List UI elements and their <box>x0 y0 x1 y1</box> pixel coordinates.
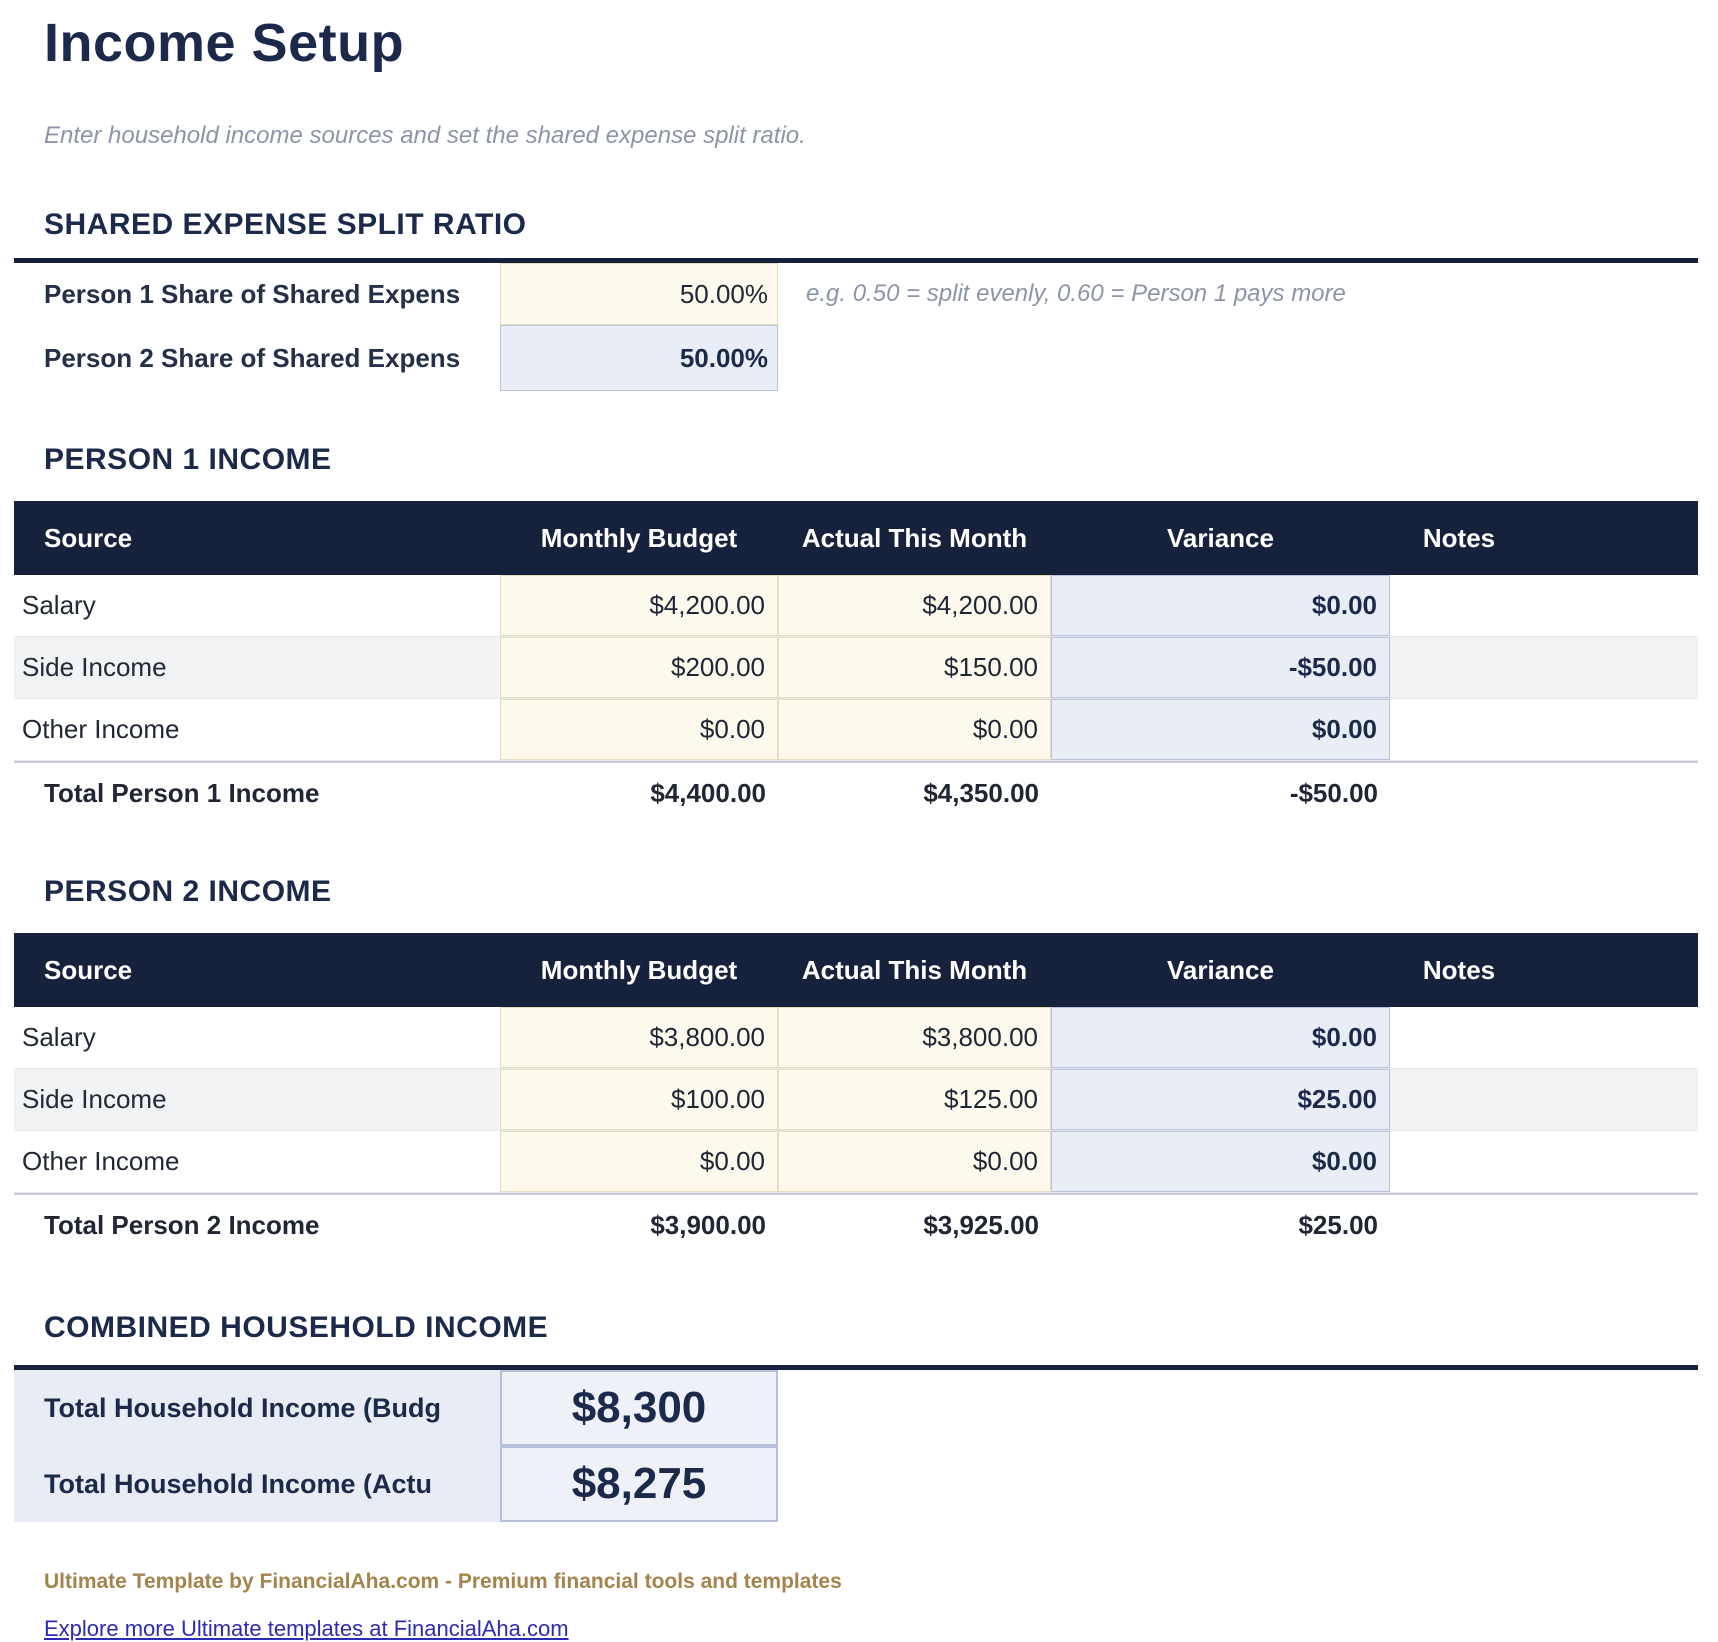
combined-budget-label: Total Household Income (Budg <box>14 1370 500 1446</box>
table-row-salary: Salary $3,800.00 $3,800.00 $0.00 <box>14 1007 1698 1069</box>
person2-share-value: 50.00% <box>500 325 778 391</box>
person1-total-row: Total Person 1 Income $4,400.00 $4,350.0… <box>14 761 1698 823</box>
column-header-budget: Monthly Budget <box>500 955 778 986</box>
total-row-label: Total Person 2 Income <box>14 1210 500 1241</box>
person1-income-table: Source Monthly Budget Actual This Month … <box>14 501 1698 823</box>
blank-cell <box>778 1446 1698 1522</box>
combined-row-budget: Total Household Income (Budg $8,300 <box>14 1370 1698 1446</box>
footer-explore-link[interactable]: Explore more Ultimate templates at Finan… <box>44 1616 569 1642</box>
blank-cell <box>1390 1225 1528 1226</box>
actual-input-cell[interactable]: $0.00 <box>778 699 1051 760</box>
section-heading-person2: PERSON 2 INCOME <box>44 875 1698 909</box>
income-setup-page: Income Setup Enter household income sour… <box>0 0 1718 1642</box>
split-ratio-table: Person 1 Share of Shared Expens 50.00% e… <box>14 258 1698 391</box>
blank-cell <box>1528 575 1698 636</box>
budget-input-cell[interactable]: $3,800.00 <box>500 1007 778 1068</box>
section-heading-person1: PERSON 1 INCOME <box>44 443 1698 477</box>
notes-input-cell[interactable] <box>1390 575 1528 636</box>
notes-input-cell[interactable] <box>1390 1131 1528 1192</box>
footer-credit-text: Ultimate Template by FinancialAha.com - … <box>44 1570 1698 1594</box>
notes-input-cell[interactable] <box>1390 699 1528 760</box>
budget-input-cell[interactable]: $0.00 <box>500 1131 778 1192</box>
actual-input-cell[interactable]: $4,200.00 <box>778 575 1051 636</box>
total-variance-value: $25.00 <box>1051 1210 1390 1241</box>
column-header-source: Source <box>14 523 500 554</box>
total-actual-value: $3,925.00 <box>778 1210 1051 1241</box>
person2-table-header: Source Monthly Budget Actual This Month … <box>14 933 1698 1007</box>
section-heading-combined: COMBINED HOUSEHOLD INCOME <box>44 1311 1698 1345</box>
page-title: Income Setup <box>44 12 1698 74</box>
budget-input-cell[interactable]: $0.00 <box>500 699 778 760</box>
section-heading-split-ratio: SHARED EXPENSE SPLIT RATIO <box>44 208 1698 242</box>
blank-cell <box>1528 1131 1698 1192</box>
table-row-side-income: Side Income $100.00 $125.00 $25.00 <box>14 1069 1698 1131</box>
variance-value-cell: -$50.00 <box>1051 637 1390 698</box>
actual-input-cell[interactable]: $3,800.00 <box>778 1007 1051 1068</box>
blank-cell <box>1528 1007 1698 1068</box>
blank-cell <box>1528 699 1698 760</box>
person1-share-input[interactable]: 50.00% <box>500 263 778 325</box>
table-row-salary: Salary $4,200.00 $4,200.00 $0.00 <box>14 575 1698 637</box>
budget-input-cell[interactable]: $4,200.00 <box>500 575 778 636</box>
combined-budget-value: $8,300 <box>500 1370 778 1446</box>
source-label: Salary <box>14 575 500 636</box>
actual-input-cell[interactable]: $150.00 <box>778 637 1051 698</box>
blank-cell <box>1390 793 1528 794</box>
variance-value-cell: $25.00 <box>1051 1069 1390 1130</box>
column-header-actual: Actual This Month <box>778 955 1051 986</box>
notes-input-cell[interactable] <box>1390 637 1528 698</box>
combined-actual-value: $8,275 <box>500 1446 778 1522</box>
table-row-other-income: Other Income $0.00 $0.00 $0.00 <box>14 1131 1698 1193</box>
split-row-person1: Person 1 Share of Shared Expens 50.00% e… <box>14 263 1698 325</box>
source-label: Other Income <box>14 1131 500 1192</box>
combined-actual-label: Total Household Income (Actu <box>14 1446 500 1522</box>
blank-cell <box>1528 793 1698 794</box>
person2-total-row: Total Person 2 Income $3,900.00 $3,925.0… <box>14 1193 1698 1255</box>
total-budget-value: $4,400.00 <box>500 778 778 809</box>
split-ratio-hint: e.g. 0.50 = split evenly, 0.60 = Person … <box>778 263 1698 325</box>
column-header-variance: Variance <box>1051 523 1390 554</box>
blank-cell <box>1528 1225 1698 1226</box>
source-label: Other Income <box>14 699 500 760</box>
blank-cell <box>778 1370 1698 1446</box>
blank-cell <box>1528 1069 1698 1130</box>
column-header-budget: Monthly Budget <box>500 523 778 554</box>
source-label: Side Income <box>14 1069 500 1130</box>
budget-input-cell[interactable]: $200.00 <box>500 637 778 698</box>
person2-share-label: Person 2 Share of Shared Expens <box>14 325 500 391</box>
source-label: Side Income <box>14 637 500 698</box>
notes-input-cell[interactable] <box>1390 1069 1528 1130</box>
table-row-other-income: Other Income $0.00 $0.00 $0.00 <box>14 699 1698 761</box>
variance-value-cell: $0.00 <box>1051 1007 1390 1068</box>
column-header-notes: Notes <box>1390 523 1528 554</box>
column-header-notes: Notes <box>1390 955 1528 986</box>
column-header-variance: Variance <box>1051 955 1390 986</box>
variance-value-cell: $0.00 <box>1051 1131 1390 1192</box>
column-header-actual: Actual This Month <box>778 523 1051 554</box>
person2-income-table: Source Monthly Budget Actual This Month … <box>14 933 1698 1255</box>
table-row-side-income: Side Income $200.00 $150.00 -$50.00 <box>14 637 1698 699</box>
budget-input-cell[interactable]: $100.00 <box>500 1069 778 1130</box>
column-header-source: Source <box>14 955 500 986</box>
split-ratio-hint-empty <box>778 325 1698 391</box>
source-label: Salary <box>14 1007 500 1068</box>
combined-income-block: Total Household Income (Budg $8,300 Tota… <box>14 1365 1698 1522</box>
total-variance-value: -$50.00 <box>1051 778 1390 809</box>
person1-share-label: Person 1 Share of Shared Expens <box>14 263 500 325</box>
blank-cell <box>1528 637 1698 698</box>
total-budget-value: $3,900.00 <box>500 1210 778 1241</box>
footer: Ultimate Template by FinancialAha.com - … <box>44 1570 1698 1642</box>
split-row-person2: Person 2 Share of Shared Expens 50.00% <box>14 325 1698 391</box>
actual-input-cell[interactable]: $125.00 <box>778 1069 1051 1130</box>
person1-table-header: Source Monthly Budget Actual This Month … <box>14 501 1698 575</box>
actual-input-cell[interactable]: $0.00 <box>778 1131 1051 1192</box>
total-row-label: Total Person 1 Income <box>14 778 500 809</box>
variance-value-cell: $0.00 <box>1051 575 1390 636</box>
total-actual-value: $4,350.00 <box>778 778 1051 809</box>
notes-input-cell[interactable] <box>1390 1007 1528 1068</box>
combined-row-actual: Total Household Income (Actu $8,275 <box>14 1446 1698 1522</box>
variance-value-cell: $0.00 <box>1051 699 1390 760</box>
page-subtitle: Enter household income sources and set t… <box>44 122 1698 150</box>
